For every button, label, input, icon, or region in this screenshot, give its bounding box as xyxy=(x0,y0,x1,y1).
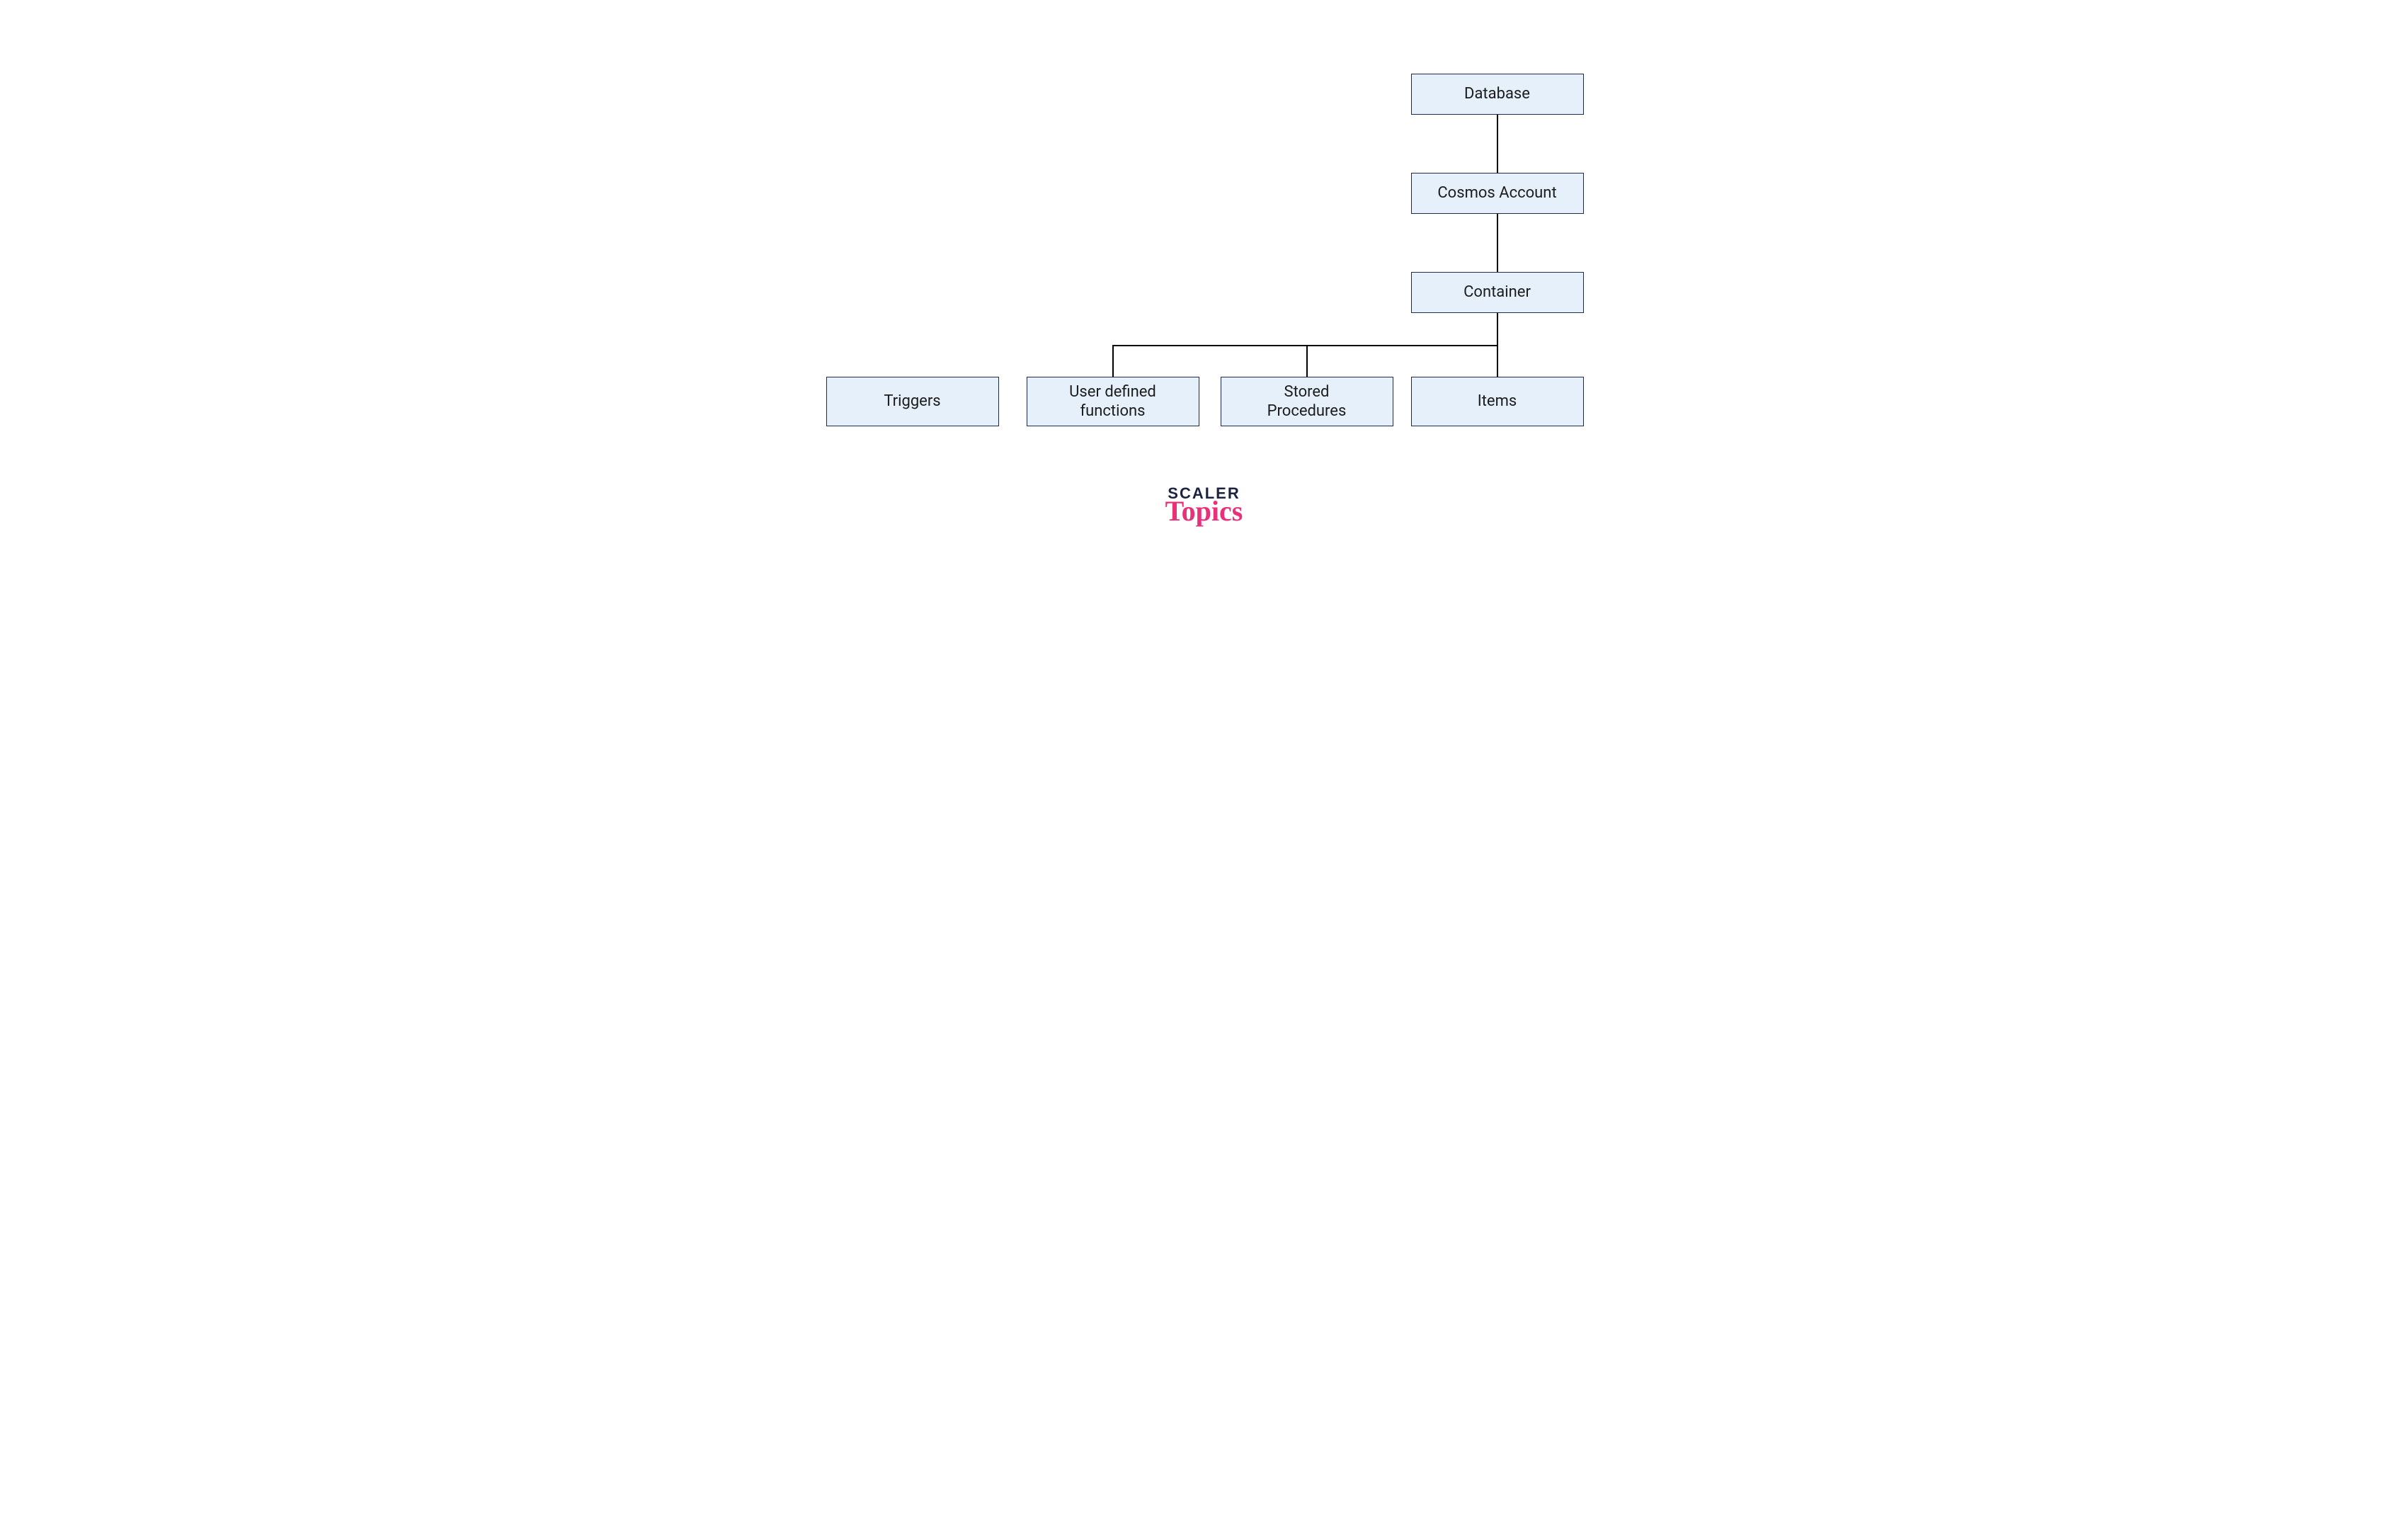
node-stored: Stored Procedures xyxy=(1221,377,1393,426)
diagram-canvas: Database Cosmos Account Container Trigge… xyxy=(723,0,1686,615)
node-triggers: Triggers xyxy=(826,377,999,426)
connector-bus-stored xyxy=(1306,345,1308,377)
connector-bus-items xyxy=(1497,345,1498,377)
node-container: Container xyxy=(1411,272,1584,313)
connector-container-down xyxy=(1497,313,1498,346)
connector-bus-horizontal xyxy=(1113,345,1498,346)
node-container-label: Container xyxy=(1463,283,1531,302)
node-cosmos-account: Cosmos Account xyxy=(1411,173,1584,214)
brand-line2: Topics xyxy=(1141,500,1268,523)
node-items: Items xyxy=(1411,377,1584,426)
connector-cosmos-container xyxy=(1497,214,1498,272)
brand-logo: SCALER Topics xyxy=(1141,486,1268,523)
connector-database-cosmos xyxy=(1497,115,1498,173)
node-stored-label: Stored Procedures xyxy=(1267,382,1347,421)
node-database: Database xyxy=(1411,74,1584,115)
node-cosmos-label: Cosmos Account xyxy=(1437,183,1556,203)
node-items-label: Items xyxy=(1478,392,1517,411)
node-udf-label: User defined functions xyxy=(1069,382,1156,421)
node-triggers-label: Triggers xyxy=(884,392,940,411)
connector-bus-udf xyxy=(1112,345,1114,377)
node-database-label: Database xyxy=(1464,84,1530,104)
node-udf: User defined functions xyxy=(1027,377,1199,426)
